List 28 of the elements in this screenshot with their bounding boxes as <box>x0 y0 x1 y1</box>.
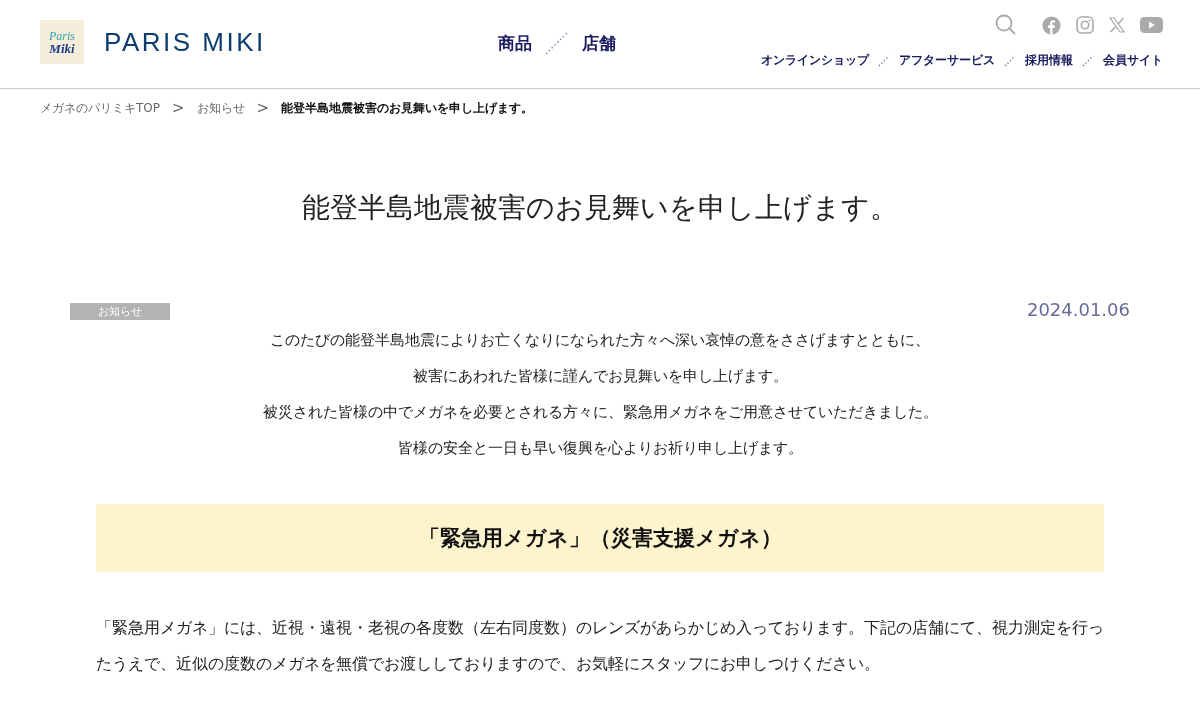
lead-text: 被害にあわれた皆様に謹んでお見舞いを申し上げます。 <box>411 366 789 387</box>
article-title: 能登半島地震被害のお見舞いを申し上げます。 <box>301 190 899 226</box>
lead-text: 被災された皆様の中でメガネを必要とされる方々に、緊急用メガネをご用意させていただきました。 <box>261 402 939 423</box>
nav-link[interactable]: 採用情報 <box>1025 52 1073 69</box>
instagram-icon[interactable] <box>1076 16 1094 34</box>
nav-link[interactable]: 会員サイト <box>1103 52 1163 69</box>
section-heading: 「緊急用メガネ」（災害支援メガネ） <box>96 504 1104 572</box>
nav-link[interactable]: アフターサービス <box>899 52 995 69</box>
nav-link[interactable]: オンラインショップ <box>761 52 869 69</box>
lead-text: このたびの能登半島地震によりお亡くなりになられた方々へ深い哀悼の意をささげますとともに、 <box>269 330 931 351</box>
nav-link[interactable]: 商品 <box>497 31 532 55</box>
breadcrumb-link[interactable]: 能登半島地震被害のお見舞いを申し上げます。 <box>281 99 534 117</box>
logo-mark[interactable]: Paris Miki <box>40 20 84 64</box>
category-tag: お知らせ <box>70 303 170 320</box>
nav-link[interactable]: 店舗 <box>581 31 616 55</box>
play-video-icon[interactable] <box>1140 17 1163 33</box>
breadcrumb-separator: > <box>172 99 185 117</box>
article-date: 2024.01.06 <box>1026 299 1130 320</box>
body-text: 「緊急用メガネ」には、近視・遠視・老視の各度数（左右同度数）のレンズがあらかじめ入っております。下記の店舗にて、視力測定を行ったうえで、近似の度数のメガネを無償でお渡ししておりますので、お気軽にスタッフにお申しつけください。 <box>96 617 1104 675</box>
facebook-icon[interactable] <box>1042 15 1061 35</box>
breadcrumb-link[interactable]: メガネのパリミキTOP <box>40 99 160 117</box>
lead-text: 皆様の安全と一日も早い復興を心よりお祈り申し上げます。 <box>396 438 804 459</box>
breadcrumb-link[interactable]: お知らせ <box>196 99 245 117</box>
search-icon[interactable] <box>995 14 1017 36</box>
breadcrumb-separator: > <box>256 99 270 117</box>
dotted-separator-icon <box>543 30 570 56</box>
logo-text[interactable]: PARIS MIKI <box>104 27 266 58</box>
x-icon[interactable] <box>1109 17 1125 33</box>
